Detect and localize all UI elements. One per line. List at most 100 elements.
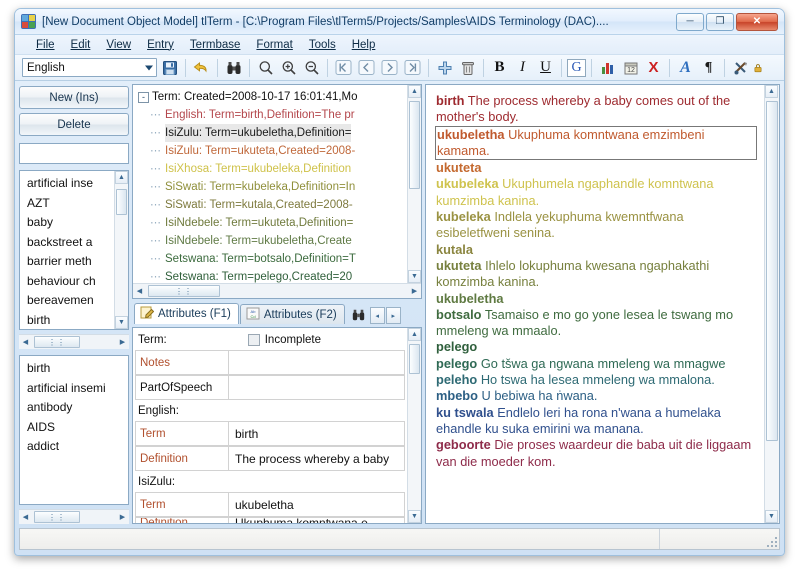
find-binoculars-icon[interactable] [223,57,244,78]
lock-icon[interactable] [753,57,763,78]
tab-attributes-f1[interactable]: Attributes (F1) [134,303,239,324]
entry-viewer[interactable]: birth The process whereby a baby comes o… [425,84,780,524]
first-record-icon[interactable] [333,57,354,78]
scrollbar-thumb[interactable] [116,189,127,215]
list-item[interactable]: antibody [24,398,128,418]
scrollbar-thumb[interactable] [409,101,420,189]
menu-edit[interactable]: Edit [64,38,98,52]
tree-node[interactable]: ⋯ IsiNdebele: Term=ukuteta,Definition= [136,214,421,232]
tree-view[interactable]: - Term: Created=2008-10-17 16:01:41,Mo ⋯… [132,84,422,299]
scrollbar-thumb[interactable]: ⋮⋮ [34,511,80,523]
delete-trash-icon[interactable] [457,57,478,78]
history-listbox[interactable]: birth artificial insemi antibody AIDS ad… [19,355,129,505]
tree-root-node[interactable]: - Term: Created=2008-10-17 16:01:41,Mo [136,88,421,106]
scroll-up-arrow-icon[interactable]: ▲ [408,328,421,341]
list-item[interactable]: bereavemen [24,291,128,311]
table-row[interactable]: Term ukubeletha [135,492,405,517]
calendar-icon[interactable]: 12 [620,57,641,78]
tree-node[interactable]: ⋯ SiSwati: Term=kutala,Created=2008- [136,196,421,214]
list-item[interactable]: backstreet a [24,233,128,253]
menu-file[interactable]: File [29,38,62,52]
close-button[interactable]: ✕ [736,12,778,31]
list-item[interactable]: behaviour ch [24,272,128,292]
attribute-value[interactable]: Ukuphuma komntwana e [229,517,405,523]
tree-node[interactable]: ⋯ SiSwati: Term=kubeleka,Definition=In [136,178,421,196]
underline-icon[interactable]: U [535,57,556,78]
list-item[interactable]: artificial insemi [24,379,128,399]
menu-termbase[interactable]: Termbase [183,38,248,52]
list-item[interactable]: addict [24,437,128,457]
menu-entry[interactable]: Entry [140,38,181,52]
menu-view[interactable]: View [99,38,138,52]
zoom-out-icon[interactable] [301,57,322,78]
scroll-up-arrow-icon[interactable]: ▲ [115,171,128,184]
table-row[interactable]: Notes [135,350,405,375]
terms-list-horizontal-scrollbar[interactable]: ◀ ⋮⋮ ▶ [19,334,129,349]
terms-listbox[interactable]: artificial inse AZT baby backstreet a ba… [19,170,129,330]
save-icon[interactable] [159,57,180,78]
scroll-right-arrow-icon[interactable]: ▶ [408,285,421,298]
filter-input[interactable] [19,143,129,164]
italic-icon[interactable]: I [512,57,533,78]
font-icon[interactable]: A [675,57,696,78]
scroll-left-arrow-icon[interactable]: ◀ [19,336,32,349]
attribute-value[interactable]: The process whereby a baby [229,446,405,471]
attribute-value[interactable] [229,375,405,400]
new-button[interactable]: New (Ins) [19,86,129,109]
list-item[interactable]: AZT [24,194,128,214]
table-row[interactable]: PartOfSpeech [135,375,405,400]
pilcrow-icon[interactable]: ¶ [698,57,719,78]
scrollbar-thumb[interactable]: ⋮⋮ [34,336,80,348]
zoom-icon[interactable] [255,57,276,78]
menu-format[interactable]: Format [249,38,299,52]
tree-node[interactable]: ⋯ IsiZulu: Term=ukubeletha,Definition= [136,124,421,142]
list-item[interactable]: birth [24,359,128,379]
incomplete-checkbox[interactable]: Incomplete [247,334,405,346]
tree-horizontal-scrollbar[interactable]: ◀ ⋮⋮ ▶ [133,283,421,298]
delete-button[interactable]: Delete [19,113,129,136]
attribute-value[interactable]: ukubeletha [229,492,405,517]
attribute-value[interactable]: birth [229,421,405,446]
scrollbar-thumb[interactable]: ⋮⋮ [148,285,220,297]
viewer-vertical-scrollbar[interactable]: ▲ ▼ [764,85,779,523]
attributes-prev-button[interactable]: ◂ [369,307,385,324]
scroll-up-arrow-icon[interactable]: ▲ [408,85,421,98]
next-record-icon[interactable] [379,57,400,78]
list-item[interactable]: barrier meth [24,252,128,272]
undo-icon[interactable] [191,57,212,78]
previous-record-icon[interactable] [356,57,377,78]
tree-node[interactable]: ⋯ IsiXhosa: Term=ukubeleka,Definition [136,160,421,178]
scroll-down-arrow-icon[interactable]: ▼ [115,316,128,329]
table-row[interactable]: Term birth [135,421,405,446]
tree-node[interactable]: ⋯ English: Term=birth,Definition=The pr [136,106,421,124]
zoom-in-icon[interactable] [278,57,299,78]
resize-grip-icon[interactable] [765,535,777,547]
history-list-horizontal-scrollbar[interactable]: ◀ ⋮⋮ ▶ [19,509,129,524]
chart-icon[interactable] [597,57,618,78]
table-row[interactable]: Definition The process whereby a baby [135,446,405,471]
scroll-right-arrow-icon[interactable]: ▶ [116,336,129,349]
tree-node[interactable]: ⋯ IsiZulu: Term=ukuteta,Created=2008- [136,142,421,160]
list-item[interactable]: artificial inse [24,174,128,194]
attributes-vertical-scrollbar[interactable]: ▲ ▼ [407,328,421,523]
tools-icon[interactable] [730,57,751,78]
list-item[interactable]: baby [24,213,128,233]
menu-help[interactable]: Help [345,38,383,52]
attributes-grid[interactable]: Term: Incomplete Notes PartOfSpeech Engl… [132,327,422,524]
last-record-icon[interactable] [402,57,423,78]
scroll-down-arrow-icon[interactable]: ▼ [765,510,778,523]
tree-vertical-scrollbar[interactable]: ▲ ▼ [407,85,421,283]
menu-tools[interactable]: Tools [302,38,343,52]
terms-list-vertical-scrollbar[interactable]: ▲ ▼ [114,171,128,329]
scrollbar-thumb[interactable] [409,344,420,374]
attribute-value[interactable] [229,350,405,375]
tree-node[interactable]: ⋯ Setswana: Term=pelego,Created=20 [136,268,421,283]
scroll-left-arrow-icon[interactable]: ◀ [133,285,146,298]
minimize-button[interactable]: ─ [676,12,704,31]
list-item[interactable]: birth [24,311,128,330]
google-search-icon[interactable]: G [567,58,586,77]
attributes-find-icon[interactable] [349,305,369,324]
tree-node[interactable]: ⋯ Setswana: Term=botsalo,Definition=T [136,250,421,268]
entry-ukubeletha-selected[interactable]: ukubeletha Ukuphuma komntwana emzimbeni … [435,125,757,161]
scroll-down-arrow-icon[interactable]: ▼ [408,510,421,523]
